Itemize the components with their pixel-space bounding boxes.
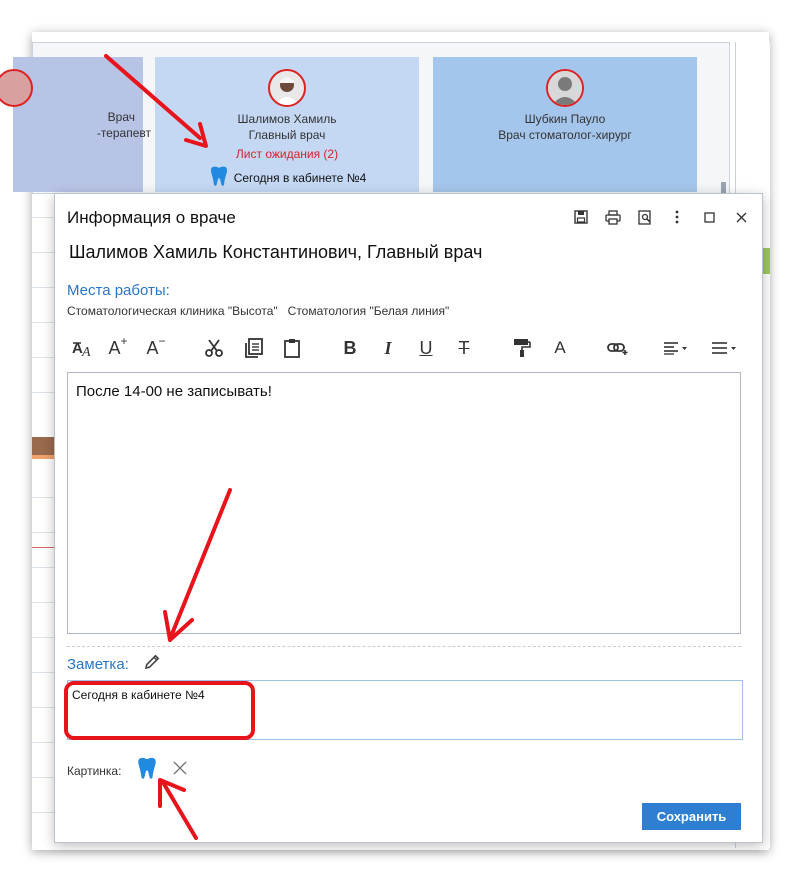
editor-content[interactable]: После 14-00 не записывать! [76,383,272,400]
svg-text:A: A [81,345,91,358]
doctor-info-dialog: Информация о враче Шалимов Хамиль Конста… [54,193,763,843]
bold-label: B [343,337,357,358]
minus-sign: − [158,334,166,348]
print-icon[interactable] [600,206,626,228]
italic-label: I [384,337,392,358]
current-time-line [32,547,54,548]
tooth-icon [208,165,230,190]
list-icon[interactable] [711,334,739,362]
today-status-text: Сегодня в кабинете №4 [233,170,367,185]
doctor-card-name: Шалимов Хамиль [237,112,337,126]
format-painter-icon[interactable] [509,334,535,362]
preview-icon[interactable] [632,206,658,228]
maximize-icon[interactable] [696,206,722,228]
avatar [546,69,584,107]
picture-label: Картинка: [67,763,122,778]
appointment-block[interactable] [32,455,54,459]
tooth-icon[interactable] [135,756,159,785]
plus-sign: + [120,334,128,348]
font-size-icon[interactable]: AA [69,334,95,362]
workplace-item: Стоматологическая клиника "Высота" [67,304,278,318]
note-text[interactable]: Сегодня в кабинете №4 [72,688,205,702]
doctor-full-name: Шалимов Хамиль Константинович, Главный в… [69,242,483,262]
formatting-toolbar: AA A + A − B I U T A [67,334,743,364]
avatar [0,69,33,107]
doctor-card-name: Шубкин Пауло [524,112,606,126]
align-icon[interactable] [663,334,689,362]
font-increase-label: A [108,337,121,358]
picture-row: Картинка: [67,756,187,785]
dialog-actions [568,206,754,228]
rich-text-editor[interactable]: После 14-00 не записывать! [67,372,741,634]
pencil-icon[interactable] [143,653,161,676]
dialog-title: Информация о враче [67,208,236,227]
workplace-item: Стоматология "Белая линия" [287,304,450,318]
workplaces-list: Стоматологическая клиника "Высота" Стома… [67,304,449,318]
underline-label: U [419,337,433,358]
cut-icon[interactable] [201,334,227,362]
divider [67,646,741,647]
strikethrough-label: T [458,337,470,358]
today-status: Сегодня в кабинете №4 [155,165,419,190]
doctor-card[interactable]: Врач -терапевт [0,57,151,192]
more-icon[interactable] [664,206,690,228]
bold-icon[interactable]: B [337,334,363,362]
font-increase-icon[interactable]: A + [105,334,131,362]
note-label: Заметка: [67,656,129,673]
font-color-icon[interactable]: A [547,334,573,362]
doctor-cards-strip: Врач -терапевт Шалимов Хамиль Главный вр… [0,42,730,194]
appointment-block[interactable] [32,437,54,455]
background-grid [32,197,54,837]
doctor-card[interactable]: Шубкин Пауло Врач стоматолог-хирург [433,57,697,192]
note-row: Заметка: [67,653,161,676]
doctor-card-role: Главный врач [248,128,326,142]
strikethrough-icon[interactable]: T [451,334,477,362]
doctor-card-role: Врач стоматолог-хирург [498,128,632,142]
underline-icon[interactable]: U [413,334,439,362]
doctor-card-selected[interactable]: Шалимов Хамиль Главный врач Лист ожидани… [155,57,419,192]
avatar [268,69,306,107]
font-decrease-icon[interactable]: A − [143,334,169,362]
font-decrease-label: A [146,337,159,358]
remove-picture-icon[interactable] [173,761,187,780]
copy-icon[interactable] [241,334,267,362]
note-field[interactable]: Сегодня в кабинете №4 [67,680,743,740]
doctor-card-role: -терапевт [96,126,151,140]
save-icon[interactable] [568,206,594,228]
waitlist-link[interactable]: Лист ожидания (2) [155,147,419,161]
doctor-card-name: Врач [107,110,135,124]
save-button[interactable]: Сохранить [642,803,741,830]
close-icon[interactable] [728,206,754,228]
workplaces-label: Места работы: [67,282,170,299]
paste-icon[interactable] [279,334,305,362]
font-color-label: A [554,338,566,357]
italic-icon[interactable]: I [375,334,401,362]
link-icon[interactable] [605,334,631,362]
